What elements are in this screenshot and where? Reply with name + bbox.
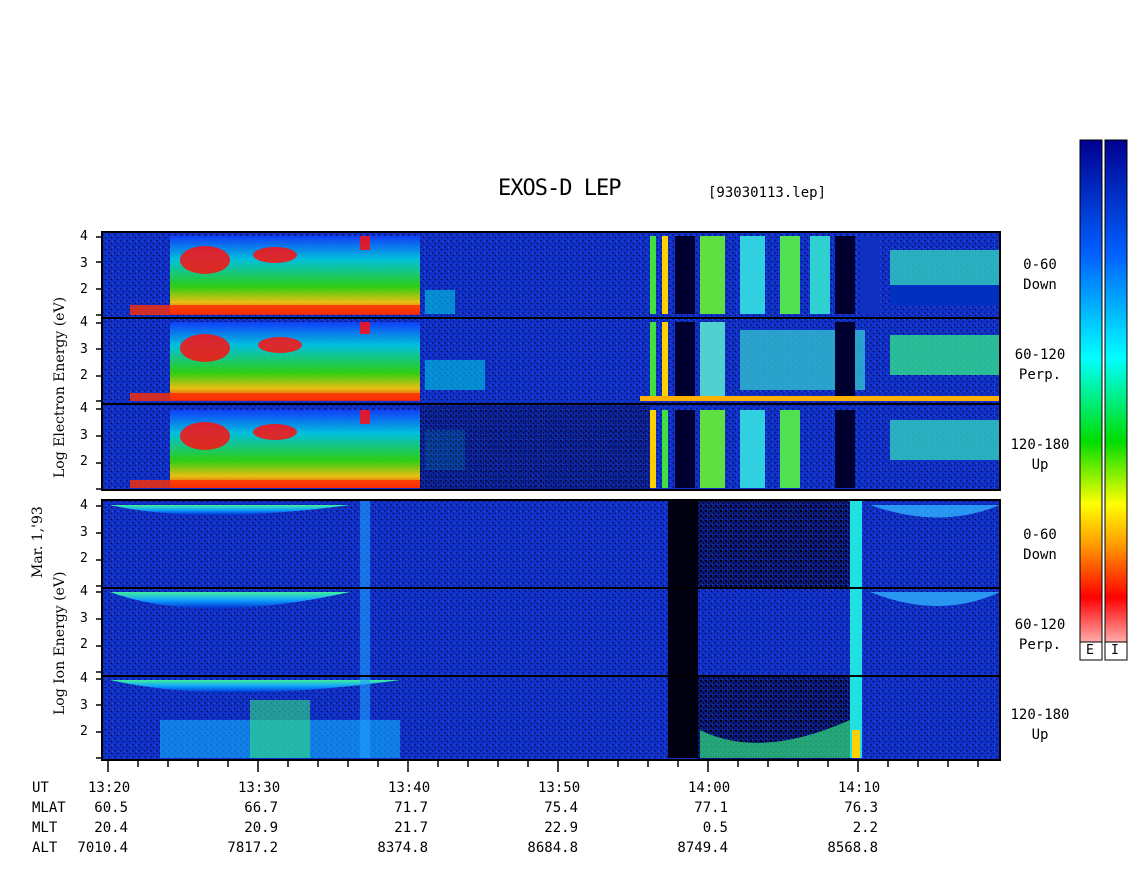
row-value: 8374.8 (377, 840, 428, 856)
panel-label-e-up: 120-180 Up (1010, 437, 1070, 473)
y-tick-label: 4 (80, 498, 88, 513)
y-tick-label: 4 (80, 315, 88, 330)
row-value: 20.4 (94, 820, 128, 836)
y-tick-label: 4 (80, 671, 88, 686)
row-value: 60.5 (94, 800, 128, 816)
electron-colorbar (1079, 139, 1103, 661)
row-value: 8749.4 (677, 840, 728, 856)
row-value: 13:40 (388, 780, 431, 796)
row-value: 7817.2 (227, 840, 278, 856)
row-value: 21.7 (394, 820, 428, 836)
electron-panels (102, 232, 1000, 490)
row-value: 13:20 (88, 780, 131, 796)
colorbar-label-i: I (1111, 643, 1119, 658)
electron-ylabel: Log Electron Energy (eV) (52, 296, 68, 478)
y-tick-label: 2 (80, 282, 88, 297)
y-tick-label: 3 (80, 697, 88, 713)
y-tick-label: 4 (80, 229, 88, 244)
row-label: UT (32, 780, 49, 796)
y-tick-label: 4 (80, 584, 88, 599)
row-label: MLT (32, 820, 58, 836)
panel-label-e-perp: 60-120 Perp. (1014, 347, 1066, 383)
x-axis-ticks (107, 760, 979, 772)
row-value: 77.1 (694, 800, 728, 816)
row-value: 13:50 (538, 780, 581, 796)
ion-ylabel: Log Ion Energy (eV) (52, 571, 68, 715)
ion-panels (102, 500, 1000, 760)
panel-label-i-down: 0-60 Down (1023, 527, 1057, 563)
row-value: 14:10 (838, 780, 881, 796)
y-tick-label: 4 (80, 401, 88, 416)
y-tick-label: 3 (80, 427, 88, 443)
y-tick-label: 3 (80, 255, 88, 271)
colorbar-label-e: E (1086, 643, 1094, 658)
row-value: 0.5 (702, 820, 728, 836)
panel-label-i-up: 120-180 Up (1010, 707, 1070, 743)
row-value: 8568.8 (827, 840, 878, 856)
row-value: 13:30 (238, 780, 281, 796)
row-value: 76.3 (844, 800, 878, 816)
panel-label-i-perp: 60-120 Perp. (1014, 617, 1066, 653)
y-tick-label: 2 (80, 551, 88, 566)
y-tick-label: 2 (80, 454, 88, 469)
row-value: 20.9 (244, 820, 278, 836)
row-value: 75.4 (544, 800, 578, 816)
y-tick-label: 3 (80, 524, 88, 540)
row-value: 7010.4 (77, 840, 128, 856)
spectrogram-chart (96, 139, 1128, 772)
y-tick-label: 3 (80, 610, 88, 626)
ion-colorbar (1104, 139, 1128, 661)
row-value: 2.2 (852, 820, 878, 836)
y-tick-label: 2 (80, 368, 88, 383)
row-value: 71.7 (394, 800, 428, 816)
y-tick-label: 2 (80, 637, 88, 652)
row-value: 22.9 (544, 820, 578, 836)
y-tick-label: 3 (80, 341, 88, 357)
row-value: 66.7 (244, 800, 278, 816)
date-label: Mar. 1,'93 (30, 506, 46, 578)
y-tick-label: 2 (80, 724, 88, 739)
row-value: 8684.8 (527, 840, 578, 856)
row-value: 14:00 (688, 780, 731, 796)
panel-label-e-down: 0-60 Down (1023, 257, 1057, 293)
row-label: ALT (32, 840, 58, 856)
